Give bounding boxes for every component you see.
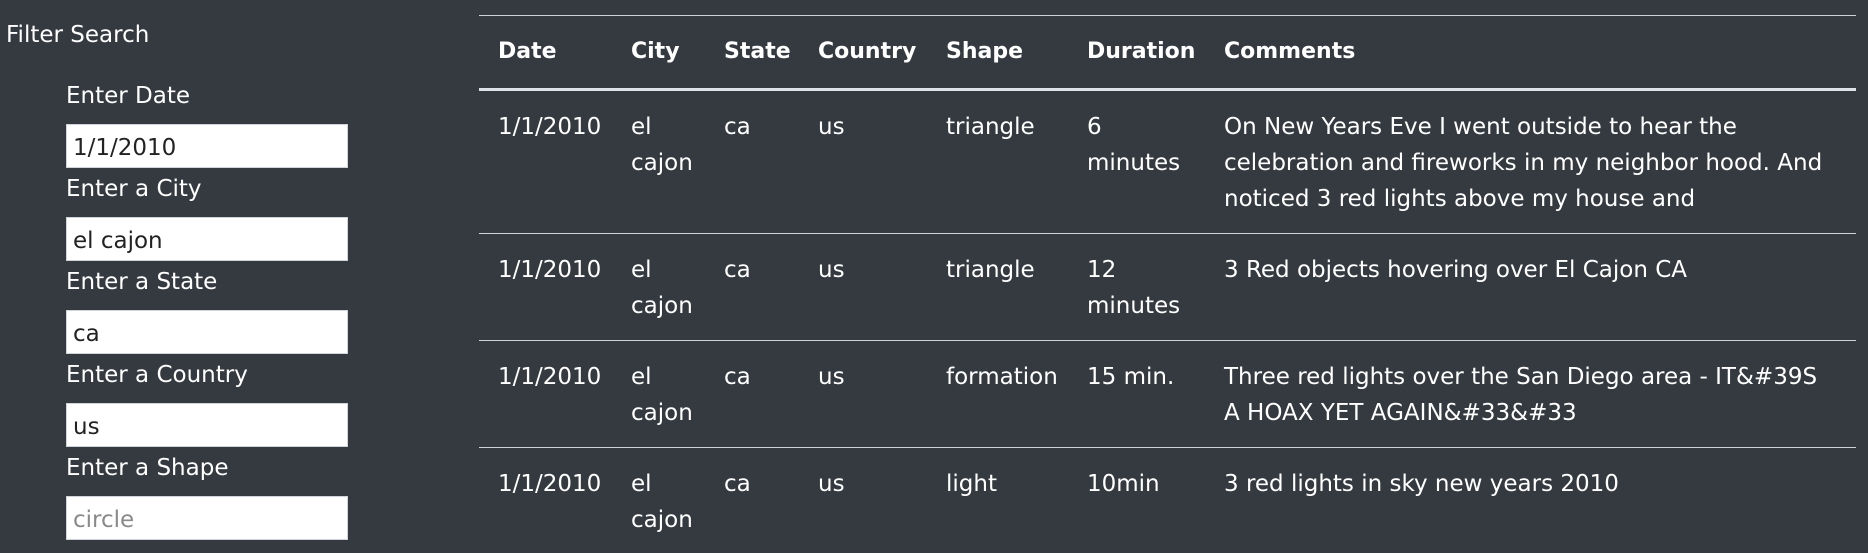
- state-cell: ca: [705, 340, 799, 448]
- state-column-header: State: [705, 15, 799, 91]
- country-input[interactable]: [66, 403, 348, 447]
- date-input[interactable]: [66, 124, 348, 168]
- city-input[interactable]: [66, 217, 348, 261]
- country-filter-label: Enter a Country: [66, 362, 248, 388]
- country-cell: us: [799, 233, 927, 341]
- shape-cell: formation: [927, 340, 1068, 448]
- header-row: Date City State Country Shape Duration C…: [479, 15, 1856, 91]
- comments-cell: 3 Red objects hovering over El Cajon CA: [1205, 233, 1856, 341]
- city-filter-label: Enter a City: [66, 176, 202, 202]
- ufo-results-table: Date City State Country Shape Duration C…: [479, 15, 1856, 553]
- shape-input[interactable]: [66, 496, 348, 540]
- city-cell: el cajon: [612, 447, 705, 553]
- shape-column-header: Shape: [927, 15, 1068, 91]
- table-row: 1/1/2010 el cajon ca us triangle 6 minut…: [479, 89, 1856, 234]
- state-cell: ca: [705, 233, 799, 341]
- country-cell: us: [799, 447, 927, 553]
- state-filter-group: Enter a State: [66, 267, 350, 354]
- filter-panel: Filter Search Enter Date Enter a City En…: [0, 0, 470, 553]
- duration-column-header: Duration: [1068, 15, 1205, 91]
- state-cell: ca: [705, 447, 799, 553]
- date-cell: 1/1/2010: [479, 233, 612, 341]
- city-column-header: City: [612, 15, 705, 91]
- date-cell: 1/1/2010: [479, 340, 612, 448]
- state-filter-label: Enter a State: [66, 269, 218, 295]
- comments-cell: Three red lights over the San Diego area…: [1205, 340, 1856, 448]
- date-cell: 1/1/2010: [479, 447, 612, 553]
- state-cell: ca: [705, 89, 799, 234]
- filter-title: Filter Search: [6, 22, 150, 48]
- city-filter-group: Enter a City: [66, 174, 350, 261]
- date-filter-group: Enter Date: [66, 81, 350, 168]
- city-cell: el cajon: [612, 233, 705, 341]
- duration-cell: 12 minutes: [1068, 233, 1205, 341]
- table-row: 1/1/2010 el cajon ca us formation 15 min…: [479, 340, 1856, 448]
- duration-cell: 15 min.: [1068, 340, 1205, 448]
- city-cell: el cajon: [612, 89, 705, 234]
- table-row: 1/1/2010 el cajon ca us triangle 12 minu…: [479, 233, 1856, 341]
- country-cell: us: [799, 89, 927, 234]
- country-column-header: Country: [799, 15, 927, 91]
- shape-filter-label: Enter a Shape: [66, 455, 229, 481]
- city-cell: el cajon: [612, 340, 705, 448]
- duration-cell: 10min: [1068, 447, 1205, 553]
- country-cell: us: [799, 340, 927, 448]
- shape-cell: triangle: [927, 233, 1068, 341]
- shape-cell: light: [927, 447, 1068, 553]
- date-column-header: Date: [479, 15, 612, 91]
- date-filter-label: Enter Date: [66, 83, 191, 109]
- table-body: 1/1/2010 el cajon ca us triangle 6 minut…: [479, 89, 1856, 553]
- comments-cell: On New Years Eve I went outside to hear …: [1205, 89, 1856, 234]
- country-filter-group: Enter a Country: [66, 360, 350, 447]
- state-input[interactable]: [66, 310, 348, 354]
- comments-column-header: Comments: [1205, 15, 1856, 91]
- comments-cell: 3 red lights in sky new years 2010: [1205, 447, 1856, 553]
- table-row: 1/1/2010 el cajon ca us light 10min 3 re…: [479, 447, 1856, 553]
- shape-filter-group: Enter a Shape: [66, 453, 350, 540]
- page: Filter Search Enter Date Enter a City En…: [0, 0, 1868, 553]
- date-cell: 1/1/2010: [479, 89, 612, 234]
- duration-cell: 6 minutes: [1068, 89, 1205, 234]
- table-header: Date City State Country Shape Duration C…: [479, 15, 1856, 91]
- shape-cell: triangle: [927, 89, 1068, 234]
